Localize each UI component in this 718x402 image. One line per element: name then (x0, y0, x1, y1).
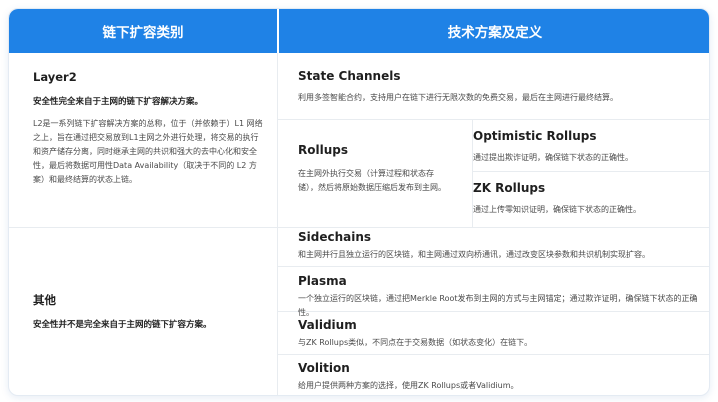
layer2-desc-line: L2是一系列链下扩容解决方案的总称，位于（并依赖于）L1 网络 (33, 119, 263, 128)
layer2-desc-line: 和资产储存分离，同时继承主网的共识和强大的去中心化和安全 (33, 147, 257, 156)
sidechains-desc: 和主网并行且独立运行的区块链，和主网通过双向桥通讯，通过改变区块参数和共识机制实… (298, 250, 650, 259)
volition-cell: Volition 给用户提供两种方案的选择，使用ZK Rollups或者Vali… (298, 361, 708, 393)
validium-desc: 与ZK Rollups类似，不同点在于交易数据（如状态变化）在链下。 (298, 338, 533, 347)
layer2-description: L2是一系列链下扩容解决方案的总称，位于（并依赖于）L1 网络 之上，旨在通过把… (33, 117, 269, 187)
zk-rollups-desc: 通过上传零知识证明，确保链下状态的正确性。 (473, 205, 641, 214)
volition-title: Volition (298, 361, 350, 375)
layer2-desc-line: 之上，旨在通过把交易放到L1主网之外进行处理，将交易的执行 (33, 133, 259, 142)
row-divider-rollups (278, 227, 709, 228)
validium-cell: Validium 与ZK Rollups类似，不同点在于交易数据（如状态变化）在… (298, 318, 708, 350)
others-subtitle: 安全性并不是完全来自于主网的链下扩容方案。 (33, 320, 212, 330)
rollups-title: Rollups (298, 143, 348, 157)
others-title: 其他 (33, 293, 56, 307)
layer2-desc-line: 案）和最终结算的状态上链。 (33, 175, 137, 184)
row-divider-left (9, 227, 277, 228)
state-channels-desc: 利用多签智能合约，支持用户在链下进行无限次数的免费交易，最后在主网进行最终结算。 (298, 93, 618, 102)
volition-desc: 给用户提供两种方案的选择，使用ZK Rollups或者Validium。 (298, 381, 519, 390)
optimistic-rollups-cell: Optimistic Rollups 通过提出欺诈证明，确保链下状态的正确性。 (473, 129, 708, 165)
layer2-title: Layer2 (33, 70, 77, 84)
rollups-desc: 在主网外执行交易（计算过程和状态存 储），然后将原始数据压缩后发布到主网。 (298, 167, 468, 195)
layer2-subtitle: 安全性完全来自于主网的链下扩容解决方案。 (33, 97, 204, 107)
sidechains-title: Sidechains (298, 230, 372, 244)
plasma-cell: Plasma 一个独立运行的区块链，通过把Merkle Root发布到主网的方式… (298, 274, 708, 320)
sidechains-cell: Sidechains 和主网并行且独立运行的区块链，和主网通过双向桥通讯，通过改… (298, 230, 708, 262)
optimistic-rollups-title: Optimistic Rollups (473, 129, 597, 143)
header-category: 链下扩容类别 (9, 9, 277, 53)
optimistic-rollups-desc: 通过提出欺诈证明，确保链下状态的正确性。 (473, 153, 633, 162)
others-cell: 其他 安全性并不是完全来自于主网的链下扩容方案。 (33, 292, 269, 330)
state-channels-title: State Channels (298, 69, 401, 83)
layer2-desc-line: 性，最后将数据可用性Data Availability（取决于不同的 L2 方 (33, 161, 257, 170)
plasma-desc: 一个独立运行的区块链，通过把Merkle Root发布到主网的方式与主网锚定；通… (298, 294, 698, 317)
rollups-cell: Rollups 在主网外执行交易（计算过程和状态存 储），然后将原始数据压缩后发… (298, 143, 468, 195)
header-solutions: 技术方案及定义 (279, 9, 709, 53)
state-channels-cell: State Channels 利用多签智能合约，支持用户在链下进行无限次数的免费… (298, 69, 703, 105)
validium-title: Validium (298, 318, 357, 332)
row-divider-state-channels (278, 119, 709, 120)
zk-rollups-title: ZK Rollups (473, 181, 546, 195)
zk-rollups-cell: ZK Rollups 通过上传零知识证明，确保链下状态的正确性。 (473, 181, 708, 217)
row-divider-sidechains (278, 266, 709, 267)
column-divider (277, 53, 278, 395)
row-divider-validium (278, 354, 709, 355)
plasma-title: Plasma (298, 274, 347, 288)
scaling-table: 链下扩容类别 技术方案及定义 Layer2 安全性完全来自于主网的链下扩容解决方… (8, 8, 710, 396)
layer2-cell: Layer2 安全性完全来自于主网的链下扩容解决方案。 L2是一系列链下扩容解决… (33, 70, 269, 187)
row-divider-zk (472, 171, 709, 172)
rollups-desc-line: 储），然后将原始数据压缩后发布到主网。 (298, 183, 446, 192)
rollups-desc-line: 在主网外执行交易（计算过程和状态存 (298, 169, 434, 178)
